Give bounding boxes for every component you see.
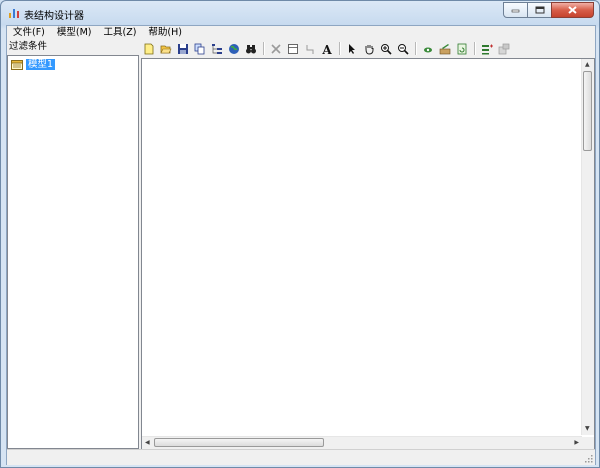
relation-button[interactable] <box>302 42 318 56</box>
table-icon <box>288 43 298 54</box>
client-area: 文件(F) 模型(M) 工具(Z) 帮助(H) 过滤条件 模型1 A ▲ ▼ ◀… <box>6 25 596 465</box>
text-button[interactable]: A <box>319 42 335 56</box>
menu-help[interactable]: 帮助(H) <box>142 26 188 40</box>
add-table-icon <box>482 44 493 54</box>
open-icon <box>160 45 172 53</box>
edit-icon <box>439 43 451 54</box>
find-button[interactable] <box>243 42 259 56</box>
horizontal-scroll-thumb[interactable] <box>154 438 324 447</box>
hand-icon <box>365 44 374 55</box>
filter-label: 过滤条件 <box>7 40 139 53</box>
tree-icon <box>212 43 222 54</box>
vertical-scroll-thumb[interactable] <box>583 71 592 151</box>
edit-button[interactable] <box>437 42 453 56</box>
relation-icon <box>306 44 314 54</box>
zoom-out-button[interactable] <box>395 42 411 56</box>
menu-tools[interactable]: 工具(Z) <box>98 26 143 40</box>
scroll-down-icon[interactable]: ▼ <box>585 423 590 435</box>
title-bar[interactable]: 表结构设计器 <box>1 1 599 25</box>
save-icon <box>178 43 188 54</box>
scroll-right-icon[interactable]: ▶ <box>574 437 579 449</box>
delete-button[interactable] <box>268 42 284 56</box>
new-button[interactable] <box>141 42 157 56</box>
toolbar: A <box>141 40 595 57</box>
toolbar-separator <box>474 42 476 55</box>
toolbar-separator <box>263 42 265 55</box>
scroll-up-icon[interactable]: ▲ <box>585 59 590 71</box>
tree-button[interactable] <box>209 42 225 56</box>
app-icon <box>9 9 19 18</box>
view-icon <box>424 47 432 52</box>
scroll-left-icon[interactable]: ◀ <box>145 437 150 449</box>
globe-button[interactable] <box>226 42 242 56</box>
model-tree[interactable]: 模型1 <box>7 55 139 449</box>
maximize-icon <box>535 6 544 14</box>
view-button[interactable] <box>420 42 436 56</box>
copy-button[interactable] <box>192 42 208 56</box>
pointer-button[interactable] <box>344 42 360 56</box>
refresh-button[interactable] <box>454 42 470 56</box>
save-button[interactable] <box>175 42 191 56</box>
tree-item-model1[interactable]: 模型1 <box>11 59 56 70</box>
close-button[interactable] <box>551 2 594 18</box>
properties-button[interactable] <box>496 42 512 56</box>
text-icon: A <box>321 43 332 55</box>
hand-button[interactable] <box>361 42 377 56</box>
toolbar-separator <box>415 42 417 55</box>
horizontal-scrollbar[interactable]: ◀ ▶ <box>142 436 582 449</box>
resize-grip-icon[interactable] <box>585 455 593 463</box>
zoom-in-icon <box>381 43 392 55</box>
properties-icon <box>498 43 510 54</box>
open-button[interactable] <box>158 42 174 56</box>
toolbar-separator <box>339 42 341 55</box>
close-icon <box>568 6 577 14</box>
model-icon <box>11 60 23 70</box>
vertical-scrollbar[interactable]: ▲ ▼ <box>581 59 594 435</box>
minimize-button[interactable] <box>503 2 528 18</box>
tree-item-label: 模型1 <box>26 59 56 70</box>
status-bar <box>7 449 595 465</box>
design-canvas[interactable]: ▲ ▼ ◀ ▶ <box>141 58 595 450</box>
menu-file[interactable]: 文件(F) <box>7 26 51 40</box>
globe-icon <box>229 43 239 54</box>
window-title: 表结构设计器 <box>24 11 84 22</box>
app-window: 表结构设计器 文件(F) 模型(M) 工具(Z) 帮助(H) 过滤条件 模型1 … <box>0 0 600 468</box>
binoculars-icon <box>246 44 256 53</box>
scroll-corner <box>582 437 594 449</box>
add-table-button[interactable] <box>479 42 495 56</box>
zoom-in-button[interactable] <box>378 42 394 56</box>
refresh-icon <box>457 43 467 54</box>
zoom-out-icon <box>398 43 409 55</box>
copy-icon <box>194 43 205 54</box>
minimize-icon <box>511 9 520 13</box>
pointer-icon <box>349 43 355 54</box>
menu-bar: 文件(F) 模型(M) 工具(Z) 帮助(H) <box>7 26 595 40</box>
left-panel: 过滤条件 模型1 <box>7 40 139 449</box>
maximize-button[interactable] <box>527 2 552 18</box>
menu-model[interactable]: 模型(M) <box>51 26 98 40</box>
table-button[interactable] <box>285 42 301 56</box>
delete-icon <box>271 43 281 54</box>
new-icon <box>144 43 154 54</box>
svg-text:A: A <box>321 43 332 55</box>
